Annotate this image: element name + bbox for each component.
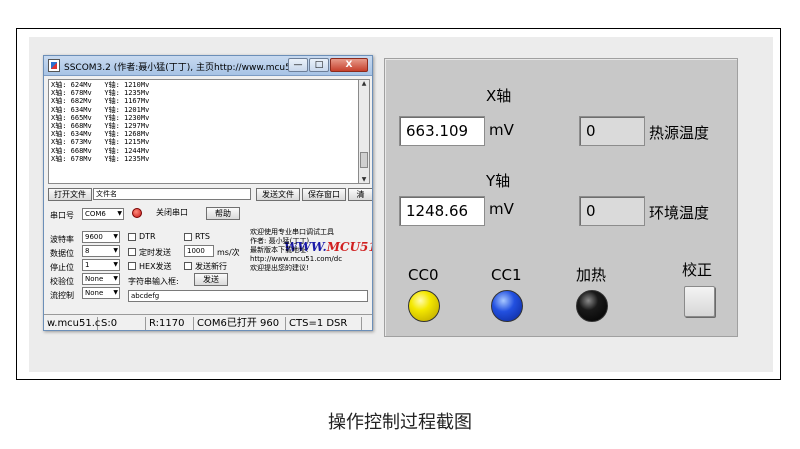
window-title: SSCOM3.2 (作者:聂小猛(丁丁), 主页http://www.mcu5.… [64,63,300,73]
x-unit: mV [489,121,514,139]
stopbits-label: 停止位 [50,263,74,272]
input-label: 字符串输入框: [128,277,179,286]
port-status-led-icon [132,208,142,218]
status-port: COM6已打开 960 [196,317,286,330]
info-line: http://www.mcu51.com/dc [250,255,343,263]
rts-label: RTS [195,232,210,241]
receive-line: X轴: 634Mv Y轴: 1201Mv [51,105,150,114]
control-panel: X轴 663.109 mV 0 热源温度 Y轴 1248.66 mV 0 环境温… [384,58,738,337]
heat-label: 加热 [576,266,607,284]
status-url: w.mcu51.c [47,317,101,330]
maximize-button[interactable]: □ [309,58,329,72]
y-value-display: 1248.66 [399,196,485,226]
receive-line: X轴: 673Mv Y轴: 1215Mv [51,138,150,147]
cc0-indicator [408,290,440,322]
filename-input[interactable]: 文件名 [93,188,251,200]
send-newline-checkbox[interactable] [184,262,192,270]
dtr-checkbox[interactable] [128,233,136,241]
calibrate-button[interactable] [684,286,715,317]
baud-select[interactable]: 9600 [82,231,120,243]
parity-select[interactable]: None [82,273,120,285]
send-file-button[interactable]: 发送文件 [256,188,300,201]
status-received: R:1170 [148,317,194,330]
stopbits-select[interactable]: 1 [82,259,120,271]
close-port-button[interactable]: 关闭串口 [146,207,198,220]
heat-source-temp-display: 0 [579,116,645,146]
rts-checkbox[interactable] [184,233,192,241]
ambient-temp-display: 0 [579,196,645,226]
cc1-label: CC1 [491,266,522,284]
title-bar[interactable]: SSCOM3.2 (作者:聂小猛(丁丁), 主页http://www.mcu5.… [44,56,372,76]
dtr-label: DTR [139,232,156,241]
receive-line: X轴: 665Mv Y轴: 1230Mv [51,113,150,122]
ambient-temp-label: 环境温度 [649,204,710,222]
y-unit: mV [489,200,514,218]
status-cts: CTS=1 DSR [288,317,362,330]
status-bar: w.mcu51.c S:0 R:1170 COM6已打开 960 CTS=1 D… [44,314,372,330]
receive-line: X轴: 624Mv Y轴: 1210Mv [51,81,150,89]
parity-label: 校验位 [50,277,74,286]
port-select[interactable]: COM6 [82,208,124,220]
calibrate-label: 校正 [682,261,713,279]
sscom-window: SSCOM3.2 (作者:聂小猛(丁丁), 主页http://www.mcu5.… [43,55,373,331]
heat-source-temp-label: 热源温度 [649,124,710,142]
y-axis-label: Y轴 [486,172,511,190]
baud-label: 波特率 [50,235,74,244]
send-input[interactable]: abcdefg [128,290,368,302]
cc1-indicator [491,290,523,322]
interval-input[interactable]: 1000 [184,245,214,257]
x-value-display: 663.109 [399,116,485,146]
receive-line: X轴: 682Mv Y轴: 1167Mv [51,97,150,106]
send-button[interactable]: 发送 [194,273,228,286]
receive-line: X轴: 678Mv Y轴: 1235Mv [51,154,150,163]
flow-select[interactable]: None [82,287,120,299]
help-button[interactable]: 帮助 [206,207,240,220]
receive-line: X轴: 668Mv Y轴: 1297Mv [51,122,150,131]
flow-label: 流控制 [50,291,74,300]
save-window-button[interactable]: 保存窗口 [302,188,346,201]
receive-line: X轴: 668Mv Y轴: 1244Mv [51,146,150,155]
minimize-button[interactable]: — [288,58,308,72]
timed-send-label: 定时发送 [139,248,171,257]
info-text: 欢迎使用专业串口调试工具 作者: 聂小猛(丁丁) 最新版本下载地址: http:… [250,228,342,273]
databits-label: 数据位 [50,249,74,258]
x-axis-label: X轴 [486,87,512,105]
figure-caption: 操作控制过程截图 [328,412,472,433]
info-line: 欢迎提出您的建议! [250,264,309,272]
scroll-up-icon[interactable]: ▲ [359,80,369,87]
open-file-button[interactable]: 打开文件 [48,188,92,201]
receive-scrollbar[interactable]: ▲ ▼ [359,79,370,184]
heat-indicator [576,290,608,322]
databits-select[interactable]: 8 [82,245,120,257]
close-button[interactable]: X [330,58,368,72]
scroll-down-icon[interactable]: ▼ [359,176,369,183]
port-label: 串口号 [50,211,74,220]
info-line: 作者: 聂小猛(丁丁) [250,237,310,245]
hex-send-label: HEX发送 [139,262,172,271]
app-icon [48,59,60,72]
scroll-thumb[interactable] [360,152,368,168]
info-line: 最新版本下载地址: [250,246,309,254]
send-newline-label: 发送新行 [195,262,227,271]
interval-unit: ms/次 [217,248,240,257]
status-sent: S:0 [100,317,146,330]
hex-send-checkbox[interactable] [128,262,136,270]
cc0-label: CC0 [408,266,439,284]
timed-send-checkbox[interactable] [128,248,136,256]
info-line: 欢迎使用专业串口调试工具 [250,228,334,236]
clear-window-button[interactable]: 清 [348,188,372,201]
receive-textarea[interactable]: X轴: 624Mv Y轴: 1210Mv X轴: 678Mv Y轴: 1235Mv… [48,79,359,184]
